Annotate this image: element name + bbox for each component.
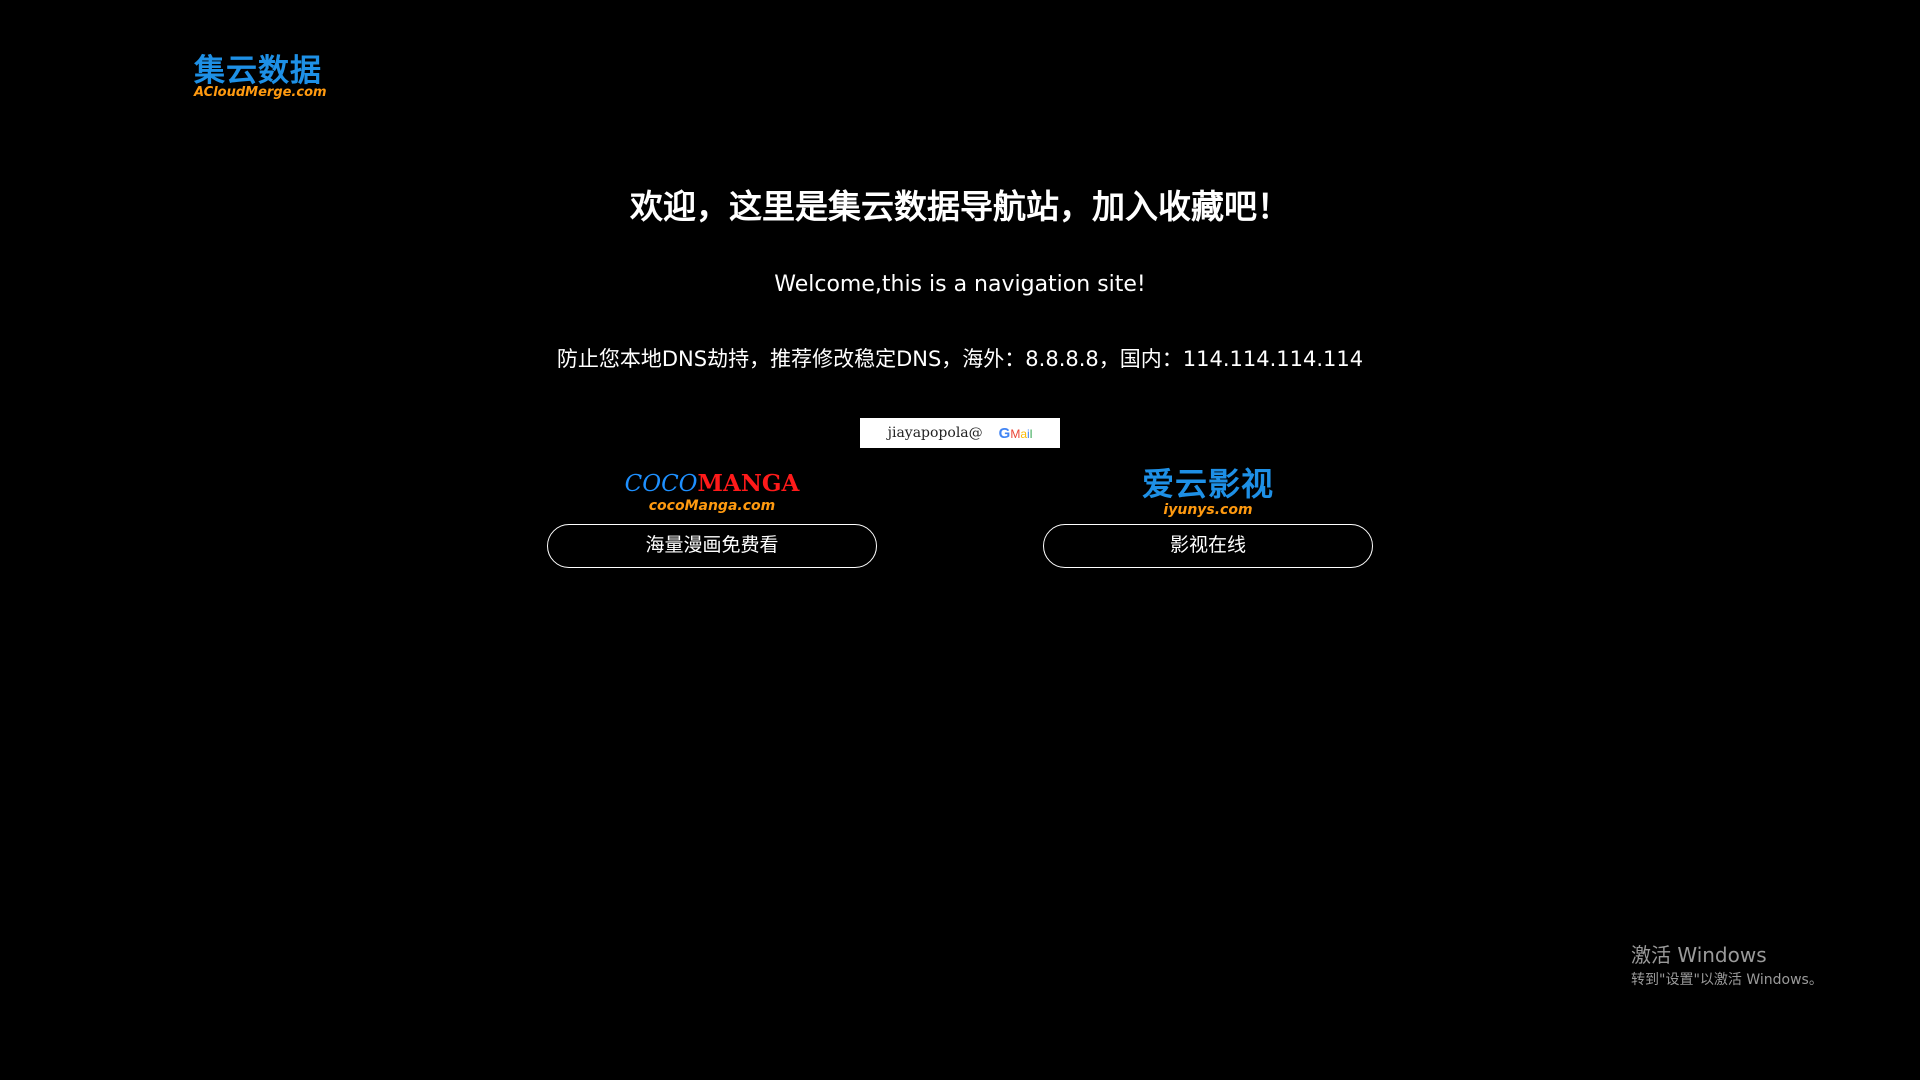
site-logo-title: 集云数据 bbox=[194, 53, 322, 89]
cocomanga-logo-title: COCOMANGA bbox=[624, 470, 800, 497]
iyunys-logo[interactable]: 爱云影视 iyunys.com bbox=[1043, 466, 1373, 524]
cocomanga-logo-domain: cocoManga.com bbox=[648, 498, 776, 514]
gmail-logo-icon: GMail bbox=[998, 424, 1033, 442]
watermark-subtitle: 转到"设置"以激活 Windows。 bbox=[1631, 972, 1823, 988]
cocomanga-logo[interactable]: COCOMANGA cocoManga.com bbox=[547, 466, 877, 524]
watermark-title: 激活 Windows bbox=[1631, 943, 1767, 967]
free-manga-button[interactable]: 海量漫画免费看 bbox=[547, 524, 877, 568]
card-cocomanga: COCOMANGA cocoManga.com 海量漫画免费看 bbox=[547, 466, 877, 568]
dns-notice: 防止您本地DNS劫持，推荐修改稳定DNS，海外：8.8.8.8，国内：114.1… bbox=[556, 347, 1364, 371]
page: 集云数据 ACloudMerge.com 欢迎，这里是集云数据导航站，加入收藏吧… bbox=[0, 0, 1920, 1080]
welcome-subtitle: Welcome,this is a navigation site! bbox=[774, 272, 1146, 297]
site-logo-domain: ACloudMerge.com bbox=[194, 85, 327, 100]
card-iyunys: 爱云影视 iyunys.com 影视在线 bbox=[1043, 466, 1373, 568]
site-logo[interactable]: 集云数据 ACloudMerge.com bbox=[194, 54, 334, 100]
windows-activation-watermark: 激活 Windows 转到"设置"以激活 Windows。 bbox=[1631, 942, 1823, 990]
contact-email-image: jiayapopola@ GMail bbox=[860, 418, 1060, 448]
email-user: jiayapopola@ bbox=[887, 425, 983, 441]
online-video-button[interactable]: 影视在线 bbox=[1043, 524, 1373, 568]
iyunys-logo-title: 爱云影视 bbox=[1141, 465, 1274, 503]
welcome-headline: 欢迎，这里是集云数据导航站，加入收藏吧！ bbox=[630, 187, 1290, 226]
iyunys-logo-domain: iyunys.com bbox=[1163, 502, 1253, 518]
